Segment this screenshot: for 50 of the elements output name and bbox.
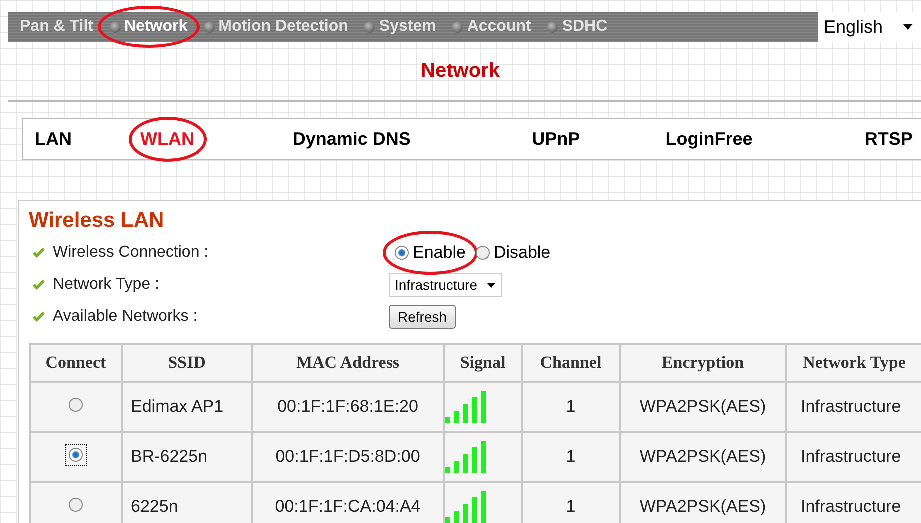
tab[interactable]: Dynamic DNS	[292, 128, 411, 148]
signal-icon	[445, 491, 487, 523]
column-header: Signal	[444, 344, 522, 382]
table-cell: WPA2PSK(AES)	[620, 432, 786, 482]
radio-label: Enable	[413, 242, 466, 264]
signal-icon	[445, 391, 487, 423]
setting-label: Available Networks :	[53, 307, 199, 327]
table-cell: 1	[522, 382, 620, 432]
column-header: Connect	[30, 344, 122, 382]
radio-label: Disable	[494, 242, 551, 264]
tab[interactable]: UPnP	[532, 128, 580, 148]
menu-item[interactable]: Network	[124, 15, 188, 39]
tab[interactable]: WLAN	[140, 128, 195, 148]
radio-button[interactable]	[69, 398, 83, 412]
bullet-icon	[364, 22, 376, 32]
radio-button[interactable]	[476, 246, 490, 260]
language-select[interactable]: English	[818, 12, 921, 42]
page-title: Network	[421, 59, 500, 84]
column-header: SSID	[122, 344, 252, 382]
tab[interactable]: LoginFree	[666, 128, 753, 148]
column-header: Encryption	[620, 344, 786, 382]
section-title: Wireless LAN	[29, 208, 166, 234]
check-icon	[33, 280, 45, 290]
signal-icon	[445, 441, 487, 473]
column-header: MAC Address	[252, 344, 444, 382]
radio-button[interactable]	[69, 498, 83, 512]
column-header: Channel	[522, 344, 620, 382]
table-cell: WPA2PSK(AES)	[620, 382, 786, 432]
caret-icon	[903, 24, 914, 30]
bullet-icon	[204, 22, 215, 32]
column-header: Network Type	[786, 344, 921, 382]
caret-icon	[487, 282, 496, 288]
bullet-icon	[110, 22, 120, 32]
table-cell: BR-6225n	[122, 432, 252, 482]
check-icon	[33, 312, 45, 322]
bullet-icon	[547, 22, 558, 32]
tab[interactable]: LAN	[35, 128, 72, 148]
table-cell: 1	[522, 432, 620, 482]
radio-button[interactable]	[69, 448, 83, 462]
table-cell: 00:1F:1F:68:1E:20	[252, 382, 444, 432]
check-icon	[33, 248, 45, 258]
refresh-button[interactable]: Refresh	[389, 305, 456, 329]
table-cell: 00:1F:1F:D5:8D:00	[252, 432, 444, 482]
radio-button[interactable]	[395, 246, 409, 260]
network-type-select[interactable]: Infrastructure	[389, 273, 502, 297]
bullet-icon	[452, 22, 464, 32]
setting-label: Wireless Connection :	[53, 243, 210, 263]
table-cell: Edimax AP1	[122, 382, 252, 432]
tab[interactable]: RTSP	[864, 128, 913, 148]
setting-label: Network Type :	[53, 275, 160, 295]
